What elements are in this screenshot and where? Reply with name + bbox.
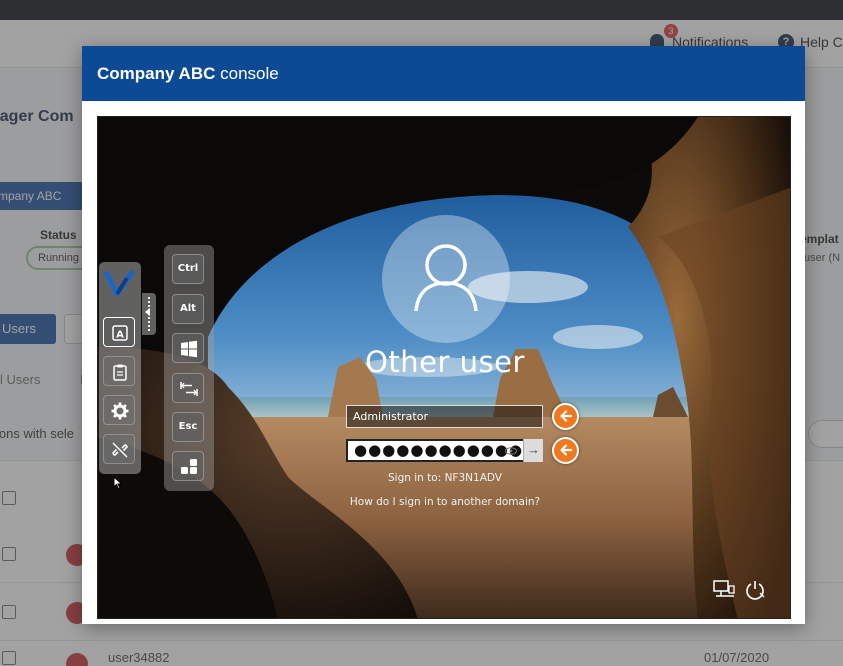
tab-key[interactable]	[172, 373, 204, 403]
autofill-password-button[interactable]	[552, 437, 579, 464]
svg-text:A: A	[116, 330, 124, 341]
tab-icon	[180, 382, 198, 396]
alt-key[interactable]: Alt	[172, 294, 204, 324]
special-keys-panel: Ctrl Alt Esc	[164, 245, 214, 491]
keyboard-icon: A	[112, 325, 128, 341]
password-field[interactable]: ●●●●●●●●●●●●	[346, 439, 543, 462]
disconnect-button[interactable]	[103, 434, 135, 464]
os-top-bar	[0, 0, 843, 20]
modal-header: Company ABC console	[82, 46, 805, 101]
user-avatar-icon	[382, 215, 510, 343]
esc-key[interactable]: Esc	[172, 412, 204, 442]
chevron-left-icon	[145, 308, 150, 316]
windows-icon	[181, 340, 197, 358]
gear-icon	[111, 402, 129, 420]
username-field[interactable]: Administrator	[346, 405, 543, 428]
disconnect-icon	[112, 442, 128, 458]
modal-title-company: Company ABC	[97, 64, 216, 83]
settings-button[interactable]	[103, 395, 135, 425]
ctrl-key[interactable]: Ctrl	[172, 254, 204, 284]
arrow-left-icon	[559, 444, 572, 456]
windows-key[interactable]	[172, 333, 204, 363]
keyboard-toggle-button[interactable]: A	[103, 317, 135, 347]
modal-title-suffix: console	[215, 64, 279, 83]
clipboard-button[interactable]	[103, 356, 135, 386]
password-value: ●●●●●●●●●●●●	[354, 441, 524, 459]
autofill-username-button[interactable]	[552, 403, 579, 430]
session-toolbar: A	[99, 262, 141, 474]
submit-arrow-button[interactable]: →	[523, 439, 543, 462]
eye-icon[interactable]	[505, 441, 517, 460]
arrow-left-icon	[559, 410, 572, 422]
network-icon[interactable]	[712, 579, 736, 601]
brand-logo-icon	[103, 269, 136, 297]
other-domain-link[interactable]: How do I sign in to another domain?	[98, 496, 790, 508]
toolbar-collapse-handle[interactable]	[142, 293, 156, 335]
more-keys-button[interactable]	[172, 451, 204, 481]
clipboard-icon	[113, 364, 127, 381]
power-icon[interactable]	[744, 579, 766, 601]
apps-grid-icon	[181, 459, 197, 474]
modal-title: Company ABC console	[97, 64, 279, 84]
mouse-cursor-icon	[113, 476, 123, 490]
